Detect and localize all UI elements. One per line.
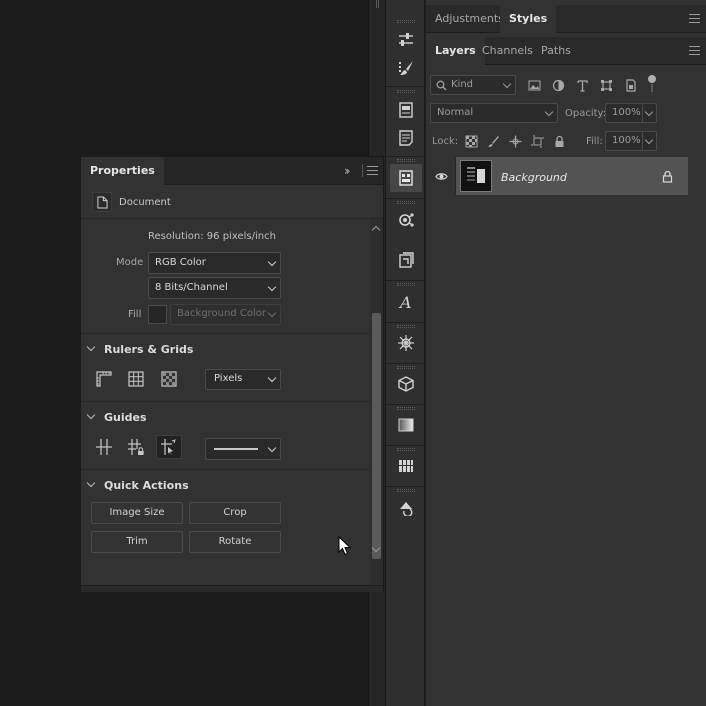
section-title[interactable]: Rulers & Grids [104,343,193,356]
scroll-up-icon[interactable] [371,225,381,235]
grid-icon[interactable] [123,367,149,391]
scrollbar-thumb[interactable] [372,313,381,559]
image-size-button[interactable]: Image Size [91,502,183,524]
lock-guides-icon[interactable] [123,435,149,459]
column-grip[interactable] [397,159,415,162]
quick-actions-section: Quick Actions Image Size Crop Trim Rotat… [81,469,371,587]
layer-lock-icon[interactable] [660,169,674,183]
panel-icon-column: A [385,0,425,706]
panel-menu-icon[interactable] [689,14,700,23]
column-grip[interactable] [397,325,415,328]
fill-select[interactable]: Background Color [170,304,281,325]
3d-icon[interactable] [390,370,422,398]
rotate-button[interactable]: Rotate [189,531,281,553]
smart-guides-icon[interactable] [156,435,182,459]
fill-label: Fill [128,309,142,320]
clone-source-icon[interactable] [390,246,422,274]
tab-paths[interactable]: Paths [532,37,580,65]
ruler-icon[interactable] [91,367,117,391]
layers-panel-group: Adjustments Styles Layers Channels Paths… [426,0,706,706]
properties-scrollbar[interactable] [370,219,383,591]
filter-toggle-icon[interactable] [647,74,657,94]
libraries-icon[interactable] [390,206,422,234]
column-grip[interactable] [397,448,415,451]
panel-menu-icon[interactable] [367,166,378,175]
column-grip[interactable] [397,201,415,204]
ruler-units-select[interactable]: Pixels [205,369,281,390]
mouse-cursor-icon [338,536,352,556]
rulers-grids-section: Rulers & Grids Pixels [81,333,371,401]
properties-header[interactable]: Properties ›› [81,157,383,185]
layer-row-background[interactable]: Background [426,157,688,195]
trim-button[interactable]: Trim [91,531,183,553]
document-info-icon[interactable] [390,124,422,152]
lock-label: Lock: [432,136,459,147]
fill-color-swatch[interactable] [148,305,167,324]
adjustments-styles-tabbar: Adjustments Styles [426,5,706,34]
bit-depth-select[interactable]: 8 Bits/Channel [148,277,281,299]
lock-artboard-icon[interactable] [530,134,544,148]
resolution-text: Resolution: 96 pixels/inch [148,231,276,242]
lock-position-icon[interactable] [508,134,522,148]
panel-resize-handle[interactable] [81,585,383,592]
tab-properties[interactable]: Properties [81,157,164,185]
tab-styles[interactable]: Styles [500,5,557,34]
mode-select[interactable]: RGB Color [148,252,281,274]
column-grip[interactable] [397,407,415,410]
properties-document-row: Document [81,186,383,219]
mode-label: Mode [116,257,144,268]
puppet-warp-icon[interactable] [390,329,422,357]
history-icon[interactable] [390,493,422,521]
guides-section: Guides [81,401,371,469]
collapse-panel-icon[interactable]: ›› [344,164,350,178]
adjustment-sliders-icon[interactable] [390,26,422,54]
properties-panel: Properties ›› Document Resolution: 96 pi… [80,156,384,592]
column-grip[interactable] [397,283,415,286]
layer-name[interactable]: Background [501,171,567,184]
pixel-grid-icon[interactable] [156,367,182,391]
guides-icon[interactable] [91,435,117,459]
adjustment-filter-icon[interactable] [551,78,565,92]
section-collapse-icon[interactable] [86,342,96,352]
lock-image-pixels-icon[interactable] [486,134,500,148]
panel-menu-icon[interactable] [689,46,700,55]
dock-grip-icon[interactable] [376,0,379,8]
layers-tabbar: Layers Channels Paths [426,37,706,66]
smart-object-filter-icon[interactable] [623,78,637,92]
timeline-icon[interactable] [390,452,422,480]
section-collapse-icon[interactable] [86,410,96,420]
blend-mode-select[interactable]: Normal [430,103,558,123]
image-filter-icon[interactable] [527,78,541,92]
section-title[interactable]: Guides [104,411,147,424]
section-title[interactable]: Quick Actions [104,479,189,492]
column-grip[interactable] [397,489,415,492]
crop-button[interactable]: Crop [189,502,281,524]
brush-settings-icon[interactable] [390,54,422,82]
fill-label: Fill: [586,136,603,147]
opacity-input[interactable]: 100% [605,103,657,123]
search-icon [436,80,447,91]
column-grip[interactable] [397,20,415,23]
layer-thumbnail [460,160,492,192]
gradient-icon[interactable] [390,411,422,439]
layer-filter-kind-select[interactable]: Kind [430,75,516,95]
lock-transparent-pixels-icon[interactable] [464,134,478,148]
notes-icon[interactable] [390,96,422,124]
opacity-label: Opacity: [565,108,607,119]
svg-text:A: A [398,293,412,311]
guide-line-swatch [214,448,258,450]
section-collapse-icon[interactable] [86,478,96,488]
properties-panel-icon[interactable] [390,164,422,192]
fill-input[interactable]: 100% [605,131,657,151]
type-filter-icon[interactable] [575,78,589,92]
document-icon [92,192,112,212]
glyphs-icon[interactable]: A [390,288,422,316]
document-label: Document [119,197,171,208]
guide-style-select[interactable] [205,438,281,460]
eye-visibility-icon[interactable] [434,169,448,183]
column-grip[interactable] [397,366,415,369]
shape-filter-icon[interactable] [599,78,613,92]
lock-all-icon[interactable] [552,134,566,148]
column-grip[interactable] [397,90,415,93]
